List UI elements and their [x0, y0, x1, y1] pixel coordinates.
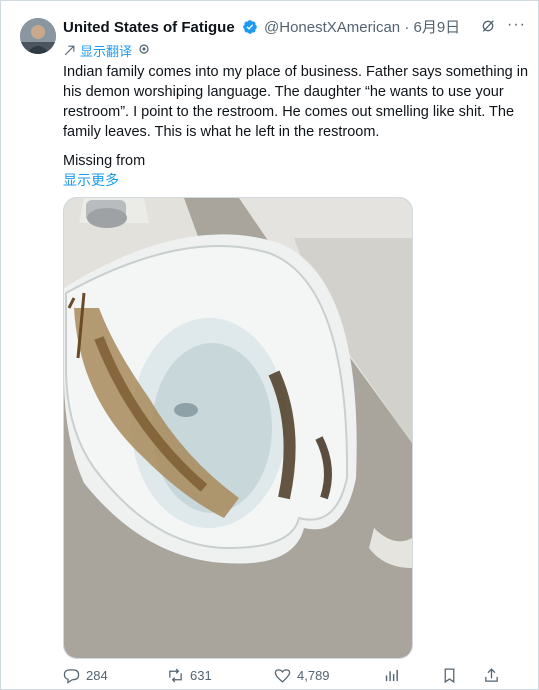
more-options-icon[interactable]: ··· — [507, 16, 526, 34]
author-name[interactable]: United States of Fatigue — [63, 19, 235, 36]
repost-button[interactable]: 631 — [167, 667, 212, 684]
missing-from-text: Missing from — [63, 153, 146, 169]
share-button[interactable] — [483, 667, 500, 684]
bookmark-button[interactable] — [441, 667, 458, 684]
avatar[interactable] — [20, 18, 56, 54]
show-translation-link[interactable]: 显示翻译 — [80, 41, 132, 60]
views-button[interactable] — [383, 667, 400, 684]
reply-icon — [63, 669, 80, 684]
action-bar: 284 631 4,789 — [63, 667, 526, 689]
repost-icon — [169, 668, 182, 683]
verified-badge-icon — [242, 19, 258, 39]
separator-dot: · — [404, 19, 410, 36]
reply-count: 284 — [86, 668, 108, 683]
views-icon — [385, 669, 398, 682]
share-icon — [485, 668, 498, 682]
tweet-card: United States of Fatigue @HonestXAmerica… — [0, 0, 539, 690]
reply-button[interactable]: 284 — [63, 667, 108, 684]
bookmark-icon — [444, 668, 455, 684]
tweet-header: United States of Fatigue @HonestXAmerica… — [63, 16, 528, 38]
tweet-image[interactable] — [63, 197, 413, 659]
like-count: 4,789 — [297, 668, 330, 683]
like-button[interactable]: 4,789 — [274, 667, 330, 684]
translate-icon — [64, 45, 75, 56]
gear-icon[interactable] — [138, 43, 150, 58]
author-handle[interactable]: @HonestXAmerican — [264, 19, 400, 36]
show-more-link[interactable]: 显示更多 — [63, 170, 119, 190]
translate-row: 显示翻译 — [63, 41, 150, 60]
tweet-date[interactable]: 6月9日 — [414, 19, 461, 36]
tweet-text: Indian family comes into my place of bus… — [63, 64, 529, 140]
grok-icon[interactable] — [480, 18, 496, 38]
heart-icon — [274, 669, 291, 683]
repost-count: 631 — [190, 668, 212, 683]
